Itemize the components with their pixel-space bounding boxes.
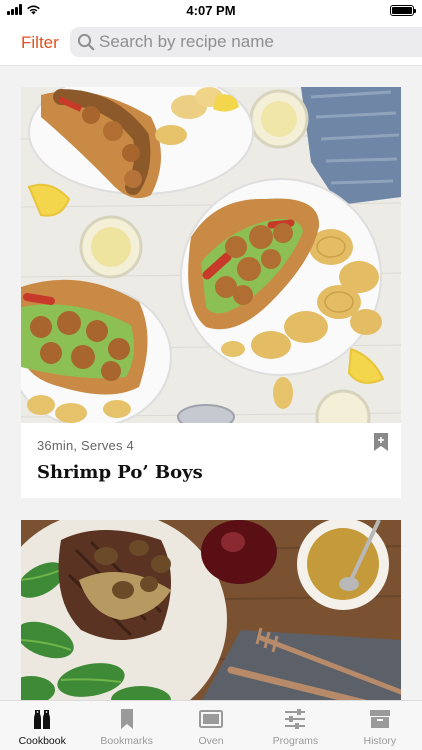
search-header: Filter bbox=[0, 22, 422, 66]
recipe-meta: 36min, Serves 4 bbox=[37, 438, 134, 453]
tab-history[interactable]: History bbox=[338, 701, 422, 750]
recipe-photo bbox=[21, 520, 401, 700]
recipe-card[interactable]: 36min, Serves 4 Shrimp Po’ Boys bbox=[21, 87, 401, 498]
status-time: 4:07 PM bbox=[186, 3, 236, 18]
search-icon bbox=[77, 33, 95, 51]
tab-label: Oven bbox=[198, 735, 224, 747]
tab-bookmarks[interactable]: Bookmarks bbox=[84, 701, 168, 750]
salt-pepper-icon bbox=[34, 710, 51, 729]
tab-label: History bbox=[363, 735, 397, 747]
search-input[interactable] bbox=[99, 32, 399, 52]
sliders-icon bbox=[285, 709, 306, 729]
recipe-photo bbox=[21, 87, 401, 423]
filter-button[interactable]: Filter bbox=[21, 33, 59, 53]
recipe-title: Shrimp Po’ Boys bbox=[37, 462, 203, 483]
search-field[interactable] bbox=[70, 27, 422, 57]
tab-label: Bookmarks bbox=[100, 735, 153, 747]
oven-icon bbox=[199, 710, 224, 728]
bookmark-icon bbox=[120, 709, 133, 729]
battery-icon bbox=[390, 5, 416, 16]
recipe-feed[interactable]: 36min, Serves 4 Shrimp Po’ Boys bbox=[0, 67, 422, 700]
tab-label: Programs bbox=[272, 735, 319, 747]
battery-level bbox=[392, 7, 412, 14]
tab-label: Cookbook bbox=[18, 735, 66, 747]
archive-box-icon bbox=[369, 710, 390, 728]
recipe-card[interactable] bbox=[21, 520, 401, 700]
tab-programs[interactable]: Programs bbox=[253, 701, 337, 750]
bookmark-icon[interactable] bbox=[373, 433, 389, 451]
status-bar: 4:07 PM bbox=[0, 0, 422, 22]
tab-cookbook[interactable]: Cookbook bbox=[0, 701, 84, 750]
tab-oven[interactable]: Oven bbox=[169, 701, 253, 750]
tab-bar: Cookbook Bookmarks Oven Programs History bbox=[0, 700, 422, 750]
